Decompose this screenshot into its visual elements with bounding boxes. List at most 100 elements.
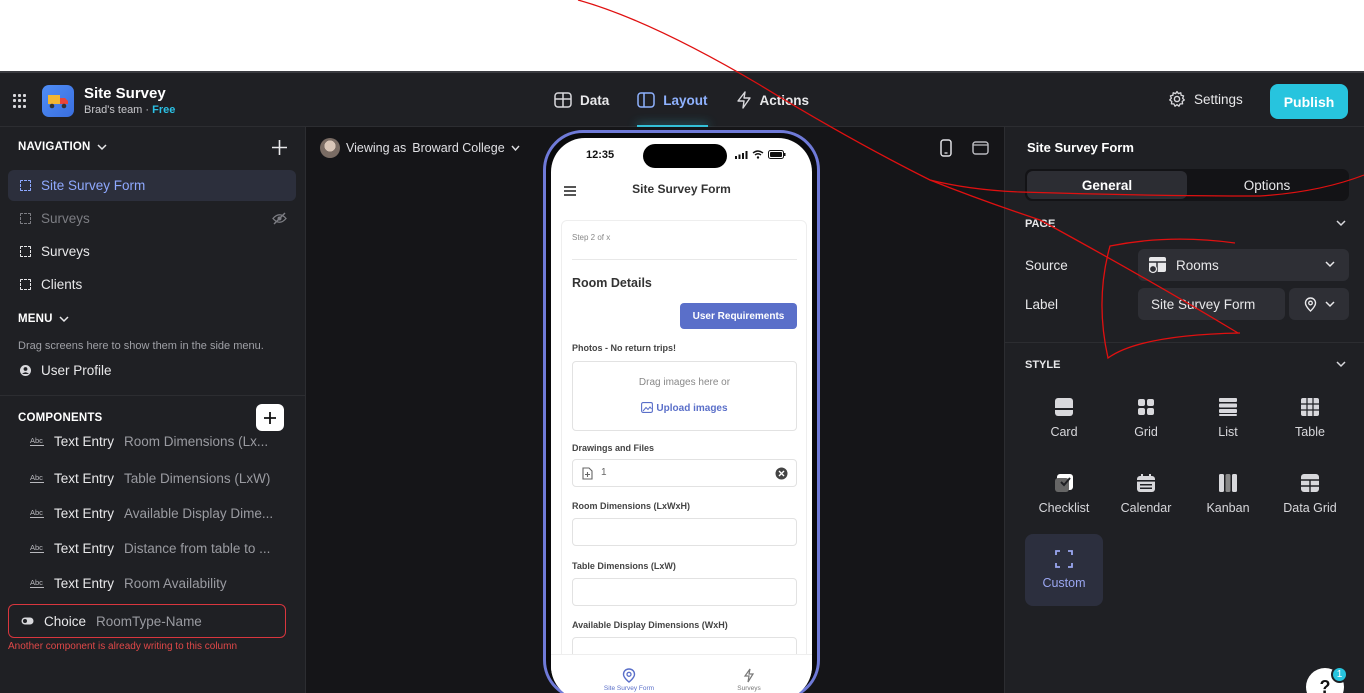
- table-dimensions-label: Table Dimensions (LxW): [572, 561, 676, 571]
- navigation-header-label: NAVIGATION: [18, 141, 91, 153]
- component-row[interactable]: Abc Text Entry Table Dimensions (LxW): [30, 466, 292, 490]
- component-type: Text Entry: [54, 575, 115, 591]
- phone-tab-surveys[interactable]: Surveys: [709, 668, 789, 692]
- signal-icon: [735, 150, 748, 159]
- component-type: Text Entry: [54, 540, 115, 556]
- image-dropzone[interactable]: Drag images here or Upload images: [572, 361, 797, 431]
- component-row-choice-error[interactable]: Choice RoomType-Name: [8, 604, 286, 638]
- app-title[interactable]: Site Survey: [84, 85, 166, 102]
- viewing-as-selector[interactable]: Viewing as Broward College: [320, 138, 520, 158]
- phone-tab-label: Site Survey Form: [603, 685, 655, 692]
- style-grid[interactable]: Grid: [1105, 382, 1187, 454]
- sidebar-item-clients[interactable]: Clients: [8, 269, 296, 300]
- style-label: Kanban: [1206, 501, 1250, 515]
- component-value: Distance from table to ...: [124, 540, 271, 556]
- eye-off-icon[interactable]: [272, 212, 287, 225]
- style-custom[interactable]: Custom: [1025, 534, 1103, 606]
- clear-circle-icon[interactable]: [775, 467, 788, 480]
- sidebar-item-label: Site Survey Form: [41, 178, 146, 193]
- navigation-header[interactable]: NAVIGATION: [18, 141, 107, 153]
- label-input[interactable]: Site Survey Form: [1138, 288, 1285, 320]
- tab-general[interactable]: General: [1027, 171, 1187, 199]
- component-value: Available Display Dime...: [124, 505, 274, 521]
- room-dimensions-label: Room Dimensions (LxWxH): [572, 501, 691, 511]
- table-icon: [554, 92, 572, 108]
- kanban-icon: [1219, 474, 1237, 492]
- component-type: Text Entry: [54, 470, 115, 486]
- plan-badge[interactable]: Free: [152, 104, 175, 116]
- text-entry-icon: Abc: [30, 435, 44, 446]
- file-picker-field[interactable]: 1: [572, 459, 797, 487]
- app-team: Brad's team · Free: [84, 104, 175, 116]
- data-grid-icon: [1301, 474, 1319, 492]
- tab-data[interactable]: Data: [540, 73, 623, 127]
- icon-picker[interactable]: [1289, 288, 1349, 320]
- room-dimensions-input[interactable]: [572, 518, 797, 546]
- sidebar-item-surveys[interactable]: Surveys: [8, 236, 296, 267]
- user-requirements-button[interactable]: User Requirements: [680, 303, 797, 329]
- style-section-header[interactable]: STYLE: [1025, 359, 1060, 371]
- chevron-down-icon[interactable]: [1336, 220, 1346, 227]
- sidebar-item-surveys-hidden[interactable]: Surveys: [8, 203, 296, 234]
- lightning-icon: [736, 91, 751, 109]
- screen-frame-icon: [20, 180, 31, 191]
- component-value: RoomType-Name: [96, 613, 202, 629]
- component-row[interactable]: Abc Text Entry Available Display Dime...: [30, 501, 292, 525]
- tab-options[interactable]: Options: [1187, 171, 1347, 199]
- tab-data-label: Data: [580, 92, 610, 108]
- tab-layout[interactable]: Layout: [623, 73, 721, 127]
- table-dimensions-input[interactable]: [572, 578, 797, 606]
- tab-actions[interactable]: Actions: [722, 73, 824, 127]
- menu-hint: Drag screens here to show them in the si…: [18, 340, 264, 352]
- text-entry-icon: Abc: [30, 542, 44, 553]
- add-screen-plus-icon[interactable]: [271, 139, 288, 156]
- style-calendar[interactable]: Calendar: [1105, 458, 1187, 530]
- style-table[interactable]: Table: [1269, 382, 1351, 454]
- source-label: Source: [1025, 258, 1068, 273]
- divider: [0, 395, 306, 396]
- apps-grid-icon[interactable]: [13, 94, 27, 108]
- upload-images-link[interactable]: Upload images: [573, 402, 796, 414]
- style-checklist[interactable]: Checklist: [1023, 458, 1105, 530]
- style-label: List: [1218, 425, 1238, 439]
- style-list[interactable]: List: [1187, 382, 1269, 454]
- card-icon: [1055, 398, 1073, 416]
- phone-tab-site-survey-form[interactable]: Site Survey Form: [589, 668, 669, 692]
- sidebar-item-site-survey-form[interactable]: Site Survey Form: [8, 170, 296, 201]
- app-window: Site Survey Brad's team · Free Data Layo…: [0, 71, 1364, 693]
- style-card[interactable]: Card: [1023, 382, 1105, 454]
- publish-button[interactable]: Publish: [1270, 84, 1348, 119]
- tablet-device-icon[interactable]: [972, 141, 989, 155]
- component-row[interactable]: Abc Text Entry Distance from table to ..…: [30, 536, 292, 560]
- viewing-as-user: Broward College: [412, 141, 505, 155]
- properties-panel: Site Survey Form General Options PAGE So…: [1004, 127, 1364, 693]
- app-logo-truck-icon[interactable]: [42, 85, 74, 117]
- component-value: Room Availability: [124, 575, 227, 591]
- style-kanban[interactable]: Kanban: [1187, 458, 1269, 530]
- menu-header[interactable]: MENU: [18, 313, 69, 325]
- page-section-header[interactable]: PAGE: [1025, 218, 1055, 230]
- phone-tab-bar: Site Survey Form Surveys: [551, 654, 812, 693]
- source-select[interactable]: Rooms: [1138, 249, 1349, 281]
- avatar: [320, 138, 340, 158]
- step-indicator: Step 2 of x: [572, 233, 611, 242]
- style-data-grid[interactable]: Data Grid: [1269, 458, 1351, 530]
- file-count: 1: [601, 467, 607, 478]
- phone-device-icon[interactable]: [940, 139, 952, 157]
- component-row[interactable]: Abc Text Entry Room Availability: [30, 571, 292, 595]
- chevron-down-icon[interactable]: [1336, 361, 1346, 368]
- add-component-button[interactable]: [256, 404, 284, 431]
- component-row[interactable]: Abc Text Entry Room Dimensions (Lx...: [30, 433, 292, 449]
- settings-button[interactable]: Settings: [1168, 90, 1243, 108]
- text-entry-icon: Abc: [30, 507, 44, 518]
- table-source-icon: [1148, 257, 1166, 274]
- component-value: Room Dimensions (Lx...: [124, 433, 269, 449]
- screen-frame-icon: [20, 213, 31, 224]
- left-sidebar: NAVIGATION Site Survey Form Surveys Surv…: [0, 127, 306, 693]
- sidebar-item-user-profile[interactable]: User Profile: [8, 355, 296, 386]
- grid-icon: [1138, 399, 1154, 415]
- notification-badge: 1: [1331, 666, 1348, 683]
- phone-tab-label: Surveys: [737, 685, 761, 692]
- tab-layout-label: Layout: [663, 92, 708, 108]
- chevron-down-icon: [96, 144, 107, 151]
